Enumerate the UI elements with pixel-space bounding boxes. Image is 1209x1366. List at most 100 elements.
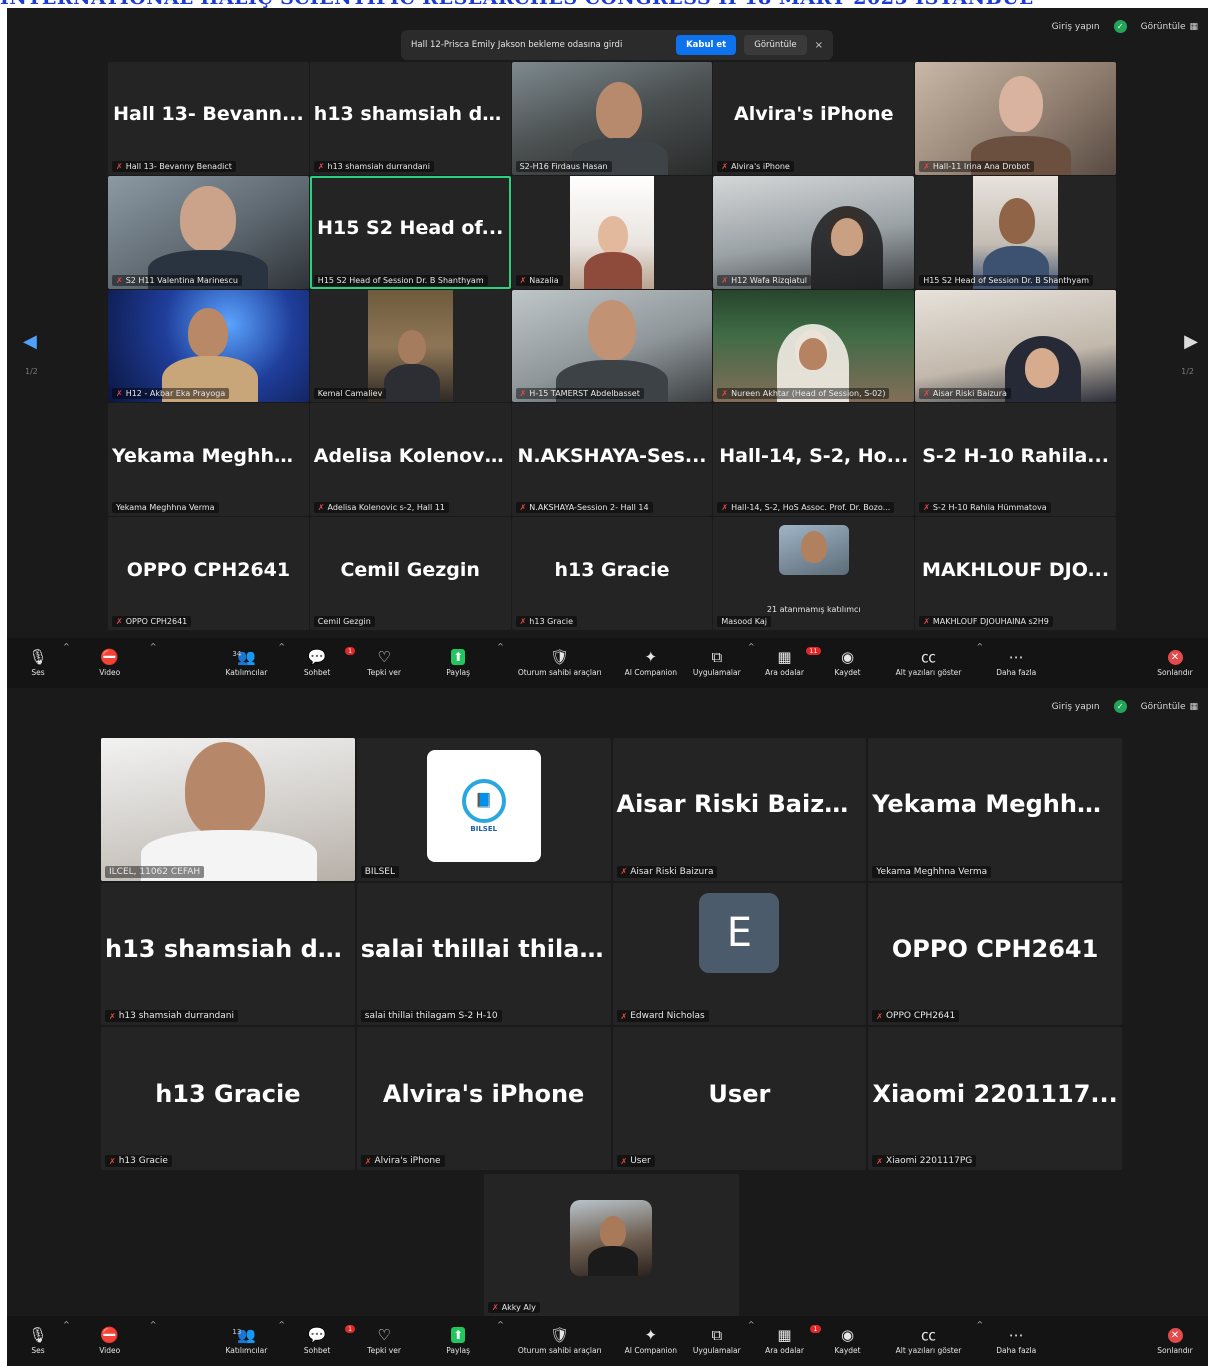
participant-label: ✗ N.AKSHAYA-Session 2- Hall 14 [515, 502, 653, 514]
chevron-up-icon[interactable]: ^ [977, 1320, 984, 1329]
participant-tile[interactable]: ✗ S2 H11 Valentina Marinescu [108, 175, 309, 289]
participant-tile[interactable]: 📘 BILSEL BILSEL [356, 738, 611, 881]
active-speaker-tile[interactable]: ILCEL, 11062 CEFAH [101, 738, 355, 881]
share-button[interactable]: ⬆ Paylaş [419, 649, 497, 677]
chevron-up-icon[interactable]: ^ [150, 1320, 157, 1329]
previous-page-icon[interactable]: ◀ [23, 331, 37, 352]
share-button[interactable]: ⬆ Paylaş [419, 1327, 497, 1355]
chevron-up-icon[interactable]: ^ [63, 1320, 70, 1329]
participant-tile[interactable]: OPPO CPH2641 ✗ OPPO CPH2641 [108, 517, 309, 630]
audio-button[interactable]: 🎙 Ses [13, 649, 63, 677]
captions-button[interactable]: ㏄ Alt yazıları göster [881, 649, 977, 677]
participant-tile[interactable]: ✗ Nureen Akhtar (Head of Session, S-02) [713, 289, 915, 403]
participant-tile[interactable]: H15 S2 Head of Session Dr. B Shanthyam [915, 175, 1116, 289]
participant-tile[interactable]: ✗ H-15 TAMERST Abdelbasset [511, 289, 713, 403]
participant-name: Alvira's iPhone [734, 103, 894, 126]
chat-button[interactable]: 💬 1 Sohbet [285, 647, 356, 677]
sign-in-link[interactable]: Giriş yapın [1052, 22, 1100, 32]
participant-tile[interactable]: ✗ Nazalia [511, 175, 713, 289]
record-button[interactable]: ◉ Kaydet [815, 649, 881, 677]
apps-button[interactable]: ⧉ Uygulamalar [686, 649, 748, 677]
host-tools-button[interactable]: 🛡 Oturum sahibi araçları [504, 649, 616, 677]
participant-count: 34 [232, 650, 242, 658]
apps-button[interactable]: ⧉ Uygulamalar [686, 1327, 748, 1355]
participant-tile[interactable]: 21 atanmamış katılımcı Masood Kaj [713, 517, 915, 630]
participant-tile[interactable]: Hall-14, S-2, Ho... ✗ Hall-14, S-2, HoS A… [713, 403, 915, 517]
toolbar-label: Paylaş [446, 1346, 471, 1355]
participant-tile[interactable]: Aisar Riski Baizura ✗ Aisar Riski Baizura [612, 738, 867, 881]
participant-tile[interactable]: h13 shamsiah du... ✗ h13 shamsiah durrand… [101, 882, 355, 1026]
participants-button[interactable]: 👥 13 Katılımcılar [214, 1327, 278, 1355]
participant-tile[interactable]: Alvira's iPhone ✗ Alvira's iPhone [356, 1027, 611, 1170]
chevron-up-icon[interactable]: ^ [497, 1320, 504, 1329]
participant-name: h13 Gracie [155, 1079, 301, 1108]
security-shield-icon[interactable]: ✓ [1113, 20, 1127, 33]
participant-tile[interactable]: ✗ H12 - Akbar Eka Prayoga [108, 289, 309, 403]
participant-tile[interactable]: Alvira's iPhone ✗ Alvira's iPhone [713, 62, 915, 175]
participant-tile[interactable]: Adelisa Kolenovi... ✗ Adelisa Kolenovic s… [309, 403, 511, 517]
participant-tile[interactable]: Kemal Camaliev [309, 289, 511, 403]
participant-tile[interactable]: OPPO CPH2641 ✗ OPPO CPH2641 [868, 882, 1122, 1026]
participant-tile[interactable]: ✗ Hall-11 Irina Ana Drobot [915, 62, 1116, 175]
participant-label: ✗ Nazalia [515, 274, 563, 286]
chevron-up-icon[interactable]: ^ [278, 1320, 285, 1329]
participant-tile[interactable]: ✗ H12 Wafa Rizqiatul [713, 175, 915, 289]
react-button[interactable]: ♡ Tepki ver [349, 649, 419, 677]
chevron-up-icon[interactable]: ^ [63, 642, 70, 651]
host-tools-button[interactable]: 🛡 Oturum sahibi araçları [504, 1327, 616, 1355]
participant-tile[interactable]: S-2 H-10 Rahila... ✗ S-2 H-10 Rahila Hümm… [915, 403, 1116, 517]
participant-tile[interactable]: N.AKSHAYA-Ses... ✗ N.AKSHAYA-Session 2- H… [511, 403, 713, 517]
participant-tile[interactable]: h13 Gracie ✗ h13 Gracie [511, 517, 713, 630]
participant-video [713, 175, 915, 289]
chevron-up-icon[interactable]: ^ [748, 1320, 755, 1329]
participant-label: ✗ Alvira's iPhone [717, 160, 794, 172]
participant-tile[interactable]: h13 Gracie ✗ h13 Gracie [101, 1027, 355, 1170]
participant-tile[interactable]: ✗ Aisar Riski Baizura [915, 289, 1116, 403]
chevron-up-icon[interactable]: ^ [150, 642, 157, 651]
ai-companion-button[interactable]: ✦ AI Companion [616, 1327, 686, 1355]
participant-tile[interactable]: Xiaomi 2201117... ✗ Xiaomi 2201117PG [868, 1027, 1122, 1170]
participant-tile[interactable]: h13 shamsiah du... ✗ h13 shamsiah durrand… [309, 62, 511, 175]
end-meeting-button[interactable]: ✕ Sonlandır [1148, 649, 1202, 677]
next-page-icon[interactable]: ▶ [1184, 331, 1198, 352]
video-button[interactable]: ⛔ Video [70, 649, 150, 677]
chevron-up-icon[interactable]: ^ [977, 642, 984, 651]
chevron-up-icon[interactable]: ^ [748, 642, 755, 651]
more-button[interactable]: ⋯ Daha fazla [983, 649, 1049, 677]
more-button[interactable]: ⋯ Daha fazla [983, 1327, 1049, 1355]
participant-tile[interactable]: E ✗ Edward Nicholas [612, 882, 867, 1026]
react-button[interactable]: ♡ Tepki ver [349, 1327, 419, 1355]
participant-tile[interactable]: ✗ Akky Aly [484, 1174, 739, 1316]
participant-tile[interactable]: salai thillai thila... salai thillai thi… [356, 882, 611, 1026]
active-speaker-tile[interactable]: H15 S2 Head of... H15 S2 Head of Session… [309, 175, 511, 289]
admit-button[interactable]: Kabul et [676, 35, 737, 55]
security-shield-icon[interactable]: ✓ [1113, 700, 1127, 713]
record-button[interactable]: ◉ Kaydet [815, 1327, 881, 1355]
label-text: Yekama Meghhna Verma [876, 866, 988, 877]
video-button[interactable]: ⛔ Video [70, 1327, 150, 1355]
view-button[interactable]: Görüntüle ▦ [1141, 22, 1198, 32]
sign-in-link[interactable]: Giriş yapın [1052, 702, 1100, 712]
participants-button[interactable]: 👥 34 Katılımcılar [214, 649, 278, 677]
participant-tile[interactable]: S2-H16 Firdaus Hasan [511, 62, 713, 175]
close-icon[interactable]: × [815, 40, 823, 51]
participant-tile[interactable]: Hall 13- Bevann... ✗ Hall 13- Bevanny Ben… [108, 62, 309, 175]
audio-button[interactable]: 🎙 Ses [13, 1327, 63, 1355]
chevron-up-icon[interactable]: ^ [497, 642, 504, 651]
participant-tile[interactable]: Yekama Meghhn... Yekama Meghhna Verma [868, 738, 1122, 881]
participant-tile[interactable]: User ✗ User [612, 1027, 867, 1170]
chat-button[interactable]: 💬 1 Sohbet [285, 1325, 356, 1355]
ai-companion-button[interactable]: ✦ AI Companion [616, 649, 686, 677]
participant-name: salai thillai thila... [360, 934, 607, 963]
participant-tile[interactable]: MAKHLOUF DJO... ✗ MAKHLOUF DJOUHAINA s2H9 [915, 517, 1116, 630]
end-meeting-button[interactable]: ✕ Sonlandır [1148, 1327, 1202, 1355]
captions-button[interactable]: ㏄ Alt yazıları göster [881, 1327, 977, 1355]
view-button[interactable]: Görüntüle ▦ [1141, 702, 1198, 712]
breakout-rooms-button[interactable]: ▦ 11 Ara odalar [755, 647, 821, 677]
notification-view-button[interactable]: Görüntüle [744, 35, 807, 55]
chevron-up-icon[interactable]: ^ [278, 642, 285, 651]
breakout-rooms-button[interactable]: ▦ 1 Ara odalar [755, 1325, 821, 1355]
participant-tile[interactable]: Yekama Meghhn... Yekama Meghhna Verma [108, 403, 309, 517]
participant-tile[interactable]: Cemil Gezgin Cemil Gezgin [309, 517, 511, 630]
participant-grid: Hall 13- Bevann... ✗ Hall 13- Bevanny Ben… [108, 62, 1116, 630]
